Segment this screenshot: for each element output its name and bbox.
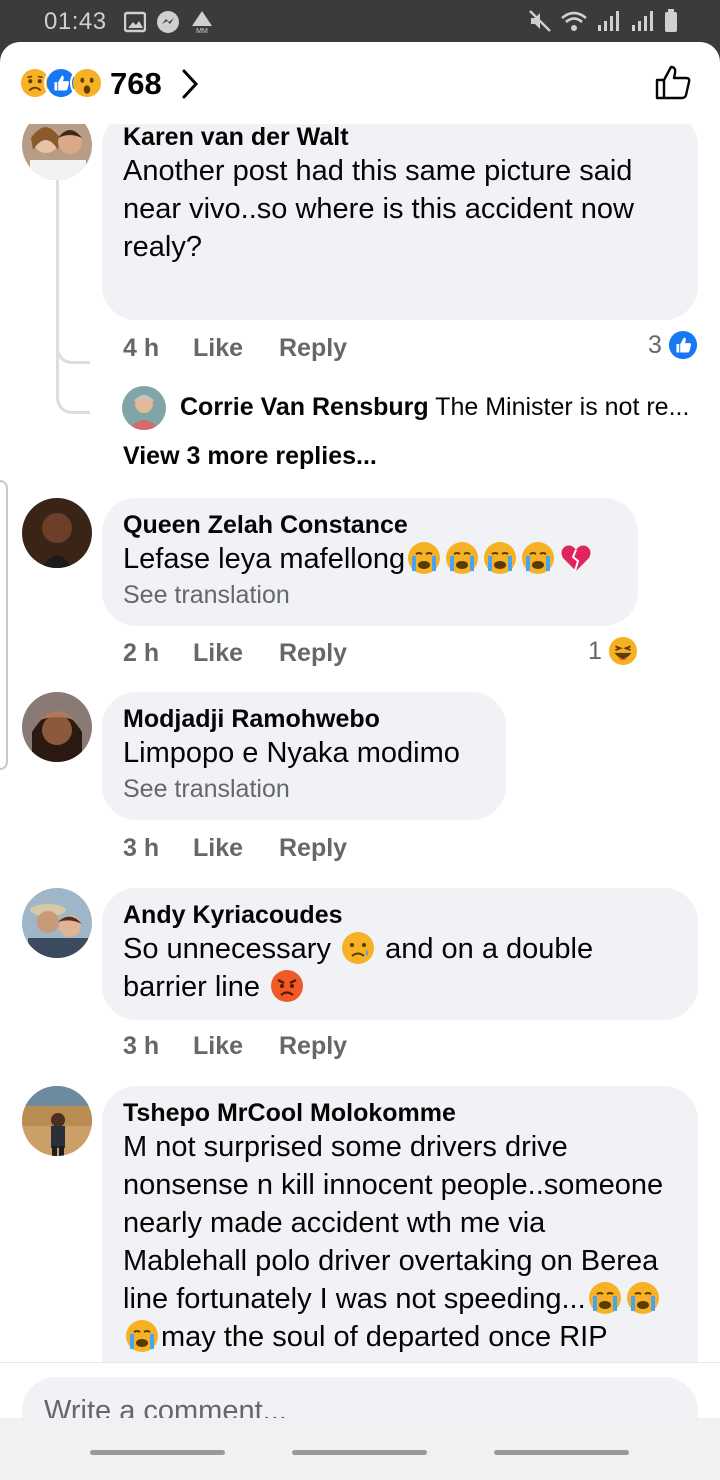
mute-icon — [529, 10, 551, 32]
nav-home-button[interactable] — [292, 1450, 427, 1455]
crying-emoji-icon — [588, 1282, 621, 1314]
crying-emoji-icon — [626, 1282, 659, 1314]
reply-button[interactable]: Reply — [279, 639, 347, 668]
nav-recents-button[interactable] — [90, 1450, 225, 1455]
thread-line-branch — [56, 264, 90, 364]
messenger-icon — [157, 11, 179, 33]
commenter-name[interactable]: Andy Kyriacoudes — [123, 900, 676, 930]
see-translation-link[interactable]: See translation — [123, 578, 616, 612]
crying-emoji-icon — [408, 542, 441, 574]
sad-tear-emoji-icon — [342, 932, 375, 964]
commenter-name[interactable]: Queen Zelah Constance — [123, 510, 616, 540]
like-button[interactable]: Like — [193, 834, 279, 863]
avatar[interactable] — [22, 888, 92, 958]
like-button[interactable]: Like — [193, 1032, 279, 1061]
comment-text-b: and on a double — [385, 933, 594, 965]
reply-button[interactable]: Reply — [279, 1032, 347, 1061]
comments-sheet: 768 Karen van der Walt Another post had … — [0, 42, 720, 1480]
avatar[interactable] — [22, 1086, 92, 1156]
signal-icon — [598, 11, 619, 31]
comment-actions: 3 h Like Reply — [123, 834, 347, 863]
reaction-count: 3 — [648, 330, 662, 359]
like-button[interactable]: Like — [193, 639, 279, 668]
reactions-header[interactable]: 768 — [0, 42, 720, 124]
comment-bubble[interactable]: Modjadji Ramohwebo Limpopo e Nyaka modim… — [102, 692, 506, 820]
gallery-icon — [124, 11, 146, 33]
mm-icon: MM — [192, 11, 212, 34]
crying-emoji-icon — [446, 542, 479, 574]
angry-emoji-icon — [271, 970, 304, 1002]
scroll-edge-handle[interactable] — [0, 480, 8, 770]
reaction-count: 1 — [588, 636, 602, 665]
like-outline-icon[interactable] — [654, 64, 692, 102]
reply-button[interactable]: Reply — [279, 834, 347, 863]
comment-reactions[interactable]: 3 — [648, 330, 698, 360]
comment-bubble[interactable]: Karen van der Walt Another post had this… — [102, 124, 698, 320]
comment-actions: 2 h Like Reply — [123, 639, 347, 668]
reaction-count[interactable]: 768 — [110, 66, 162, 102]
comment-text-b: may the soul of departed once RIP — [161, 1321, 608, 1353]
reply-avatar[interactable] — [122, 386, 166, 430]
comment-text: Another post had this same picture said … — [123, 155, 634, 263]
battery-icon — [665, 9, 677, 32]
comment-actions: 3 h Like Reply — [123, 1032, 347, 1061]
crying-emoji-icon — [522, 542, 555, 574]
reply-preview[interactable]: Corrie Van Rensburg The Minister is not … — [180, 390, 700, 424]
svg-text:MM: MM — [196, 28, 208, 34]
comment-text: Limpopo e Nyaka modimo — [123, 737, 460, 769]
view-more-replies-link[interactable]: View 3 more replies... — [123, 442, 377, 471]
status-right-icons — [528, 9, 678, 33]
comment-text: M not surprised some drivers drive nonse… — [123, 1128, 676, 1356]
comment-time[interactable]: 4 h — [123, 334, 193, 363]
avatar[interactable] — [22, 498, 92, 568]
reply-button[interactable]: Reply — [279, 334, 347, 363]
reaction-icons — [18, 66, 104, 100]
comment-time[interactable]: 3 h — [123, 834, 193, 863]
broken-heart-icon — [561, 545, 591, 572]
crying-emoji-icon — [126, 1320, 158, 1352]
avatar[interactable] — [22, 692, 92, 762]
system-nav-bar — [0, 1418, 720, 1480]
comment-reactions[interactable]: 1 — [588, 636, 638, 666]
like-button[interactable]: Like — [193, 334, 279, 363]
comment-time[interactable]: 2 h — [123, 639, 193, 668]
comment-text: So unnecessary and on a double barrier l… — [123, 930, 676, 1006]
commenter-name[interactable]: Karen van der Walt — [123, 124, 676, 152]
chevron-right-icon[interactable] — [180, 68, 200, 100]
like-reaction-icon — [668, 330, 697, 360]
wow-reaction-icon — [70, 66, 104, 100]
wifi-icon — [561, 11, 587, 31]
crying-emoji-icon — [484, 542, 517, 574]
status-left-icons: MM — [124, 10, 214, 34]
commenter-name[interactable]: Tshepo MrCool Molokomme — [123, 1098, 676, 1128]
reply-text: The Minister is not re... — [435, 393, 690, 421]
comment-bubble[interactable]: Andy Kyriacoudes So unnecessary and on a… — [102, 888, 698, 1020]
comment-text-content: Lefase leya mafellong — [123, 543, 406, 575]
status-time: 01:43 — [44, 8, 107, 35]
comment-time[interactable]: 3 h — [123, 1032, 193, 1061]
status-bar: 01:43 MM — [0, 0, 720, 44]
haha-reaction-icon — [608, 636, 637, 666]
commenter-name[interactable]: Modjadji Ramohwebo — [123, 704, 484, 734]
comment-actions: 4 h Like Reply — [123, 334, 347, 363]
comment-bubble[interactable]: Queen Zelah Constance Lefase leya mafell… — [102, 498, 638, 626]
nav-back-button[interactable] — [494, 1450, 629, 1455]
comment-bubble[interactable]: Tshepo MrCool Molokomme M not surprised … — [102, 1086, 698, 1362]
see-translation-link[interactable]: See translation — [123, 772, 484, 806]
reply-author-name[interactable]: Corrie Van Rensburg — [180, 393, 429, 421]
signal-icon-2 — [632, 11, 653, 31]
comments-feed[interactable]: Karen van der Walt Another post had this… — [0, 124, 720, 1362]
comment-text-c: barrier line — [123, 971, 260, 1003]
comment-text-a: So unnecessary — [123, 933, 331, 965]
comment-text: Lefase leya mafellong — [123, 540, 616, 578]
comment-text-a: M not surprised some drivers drive nonse… — [123, 1131, 664, 1315]
